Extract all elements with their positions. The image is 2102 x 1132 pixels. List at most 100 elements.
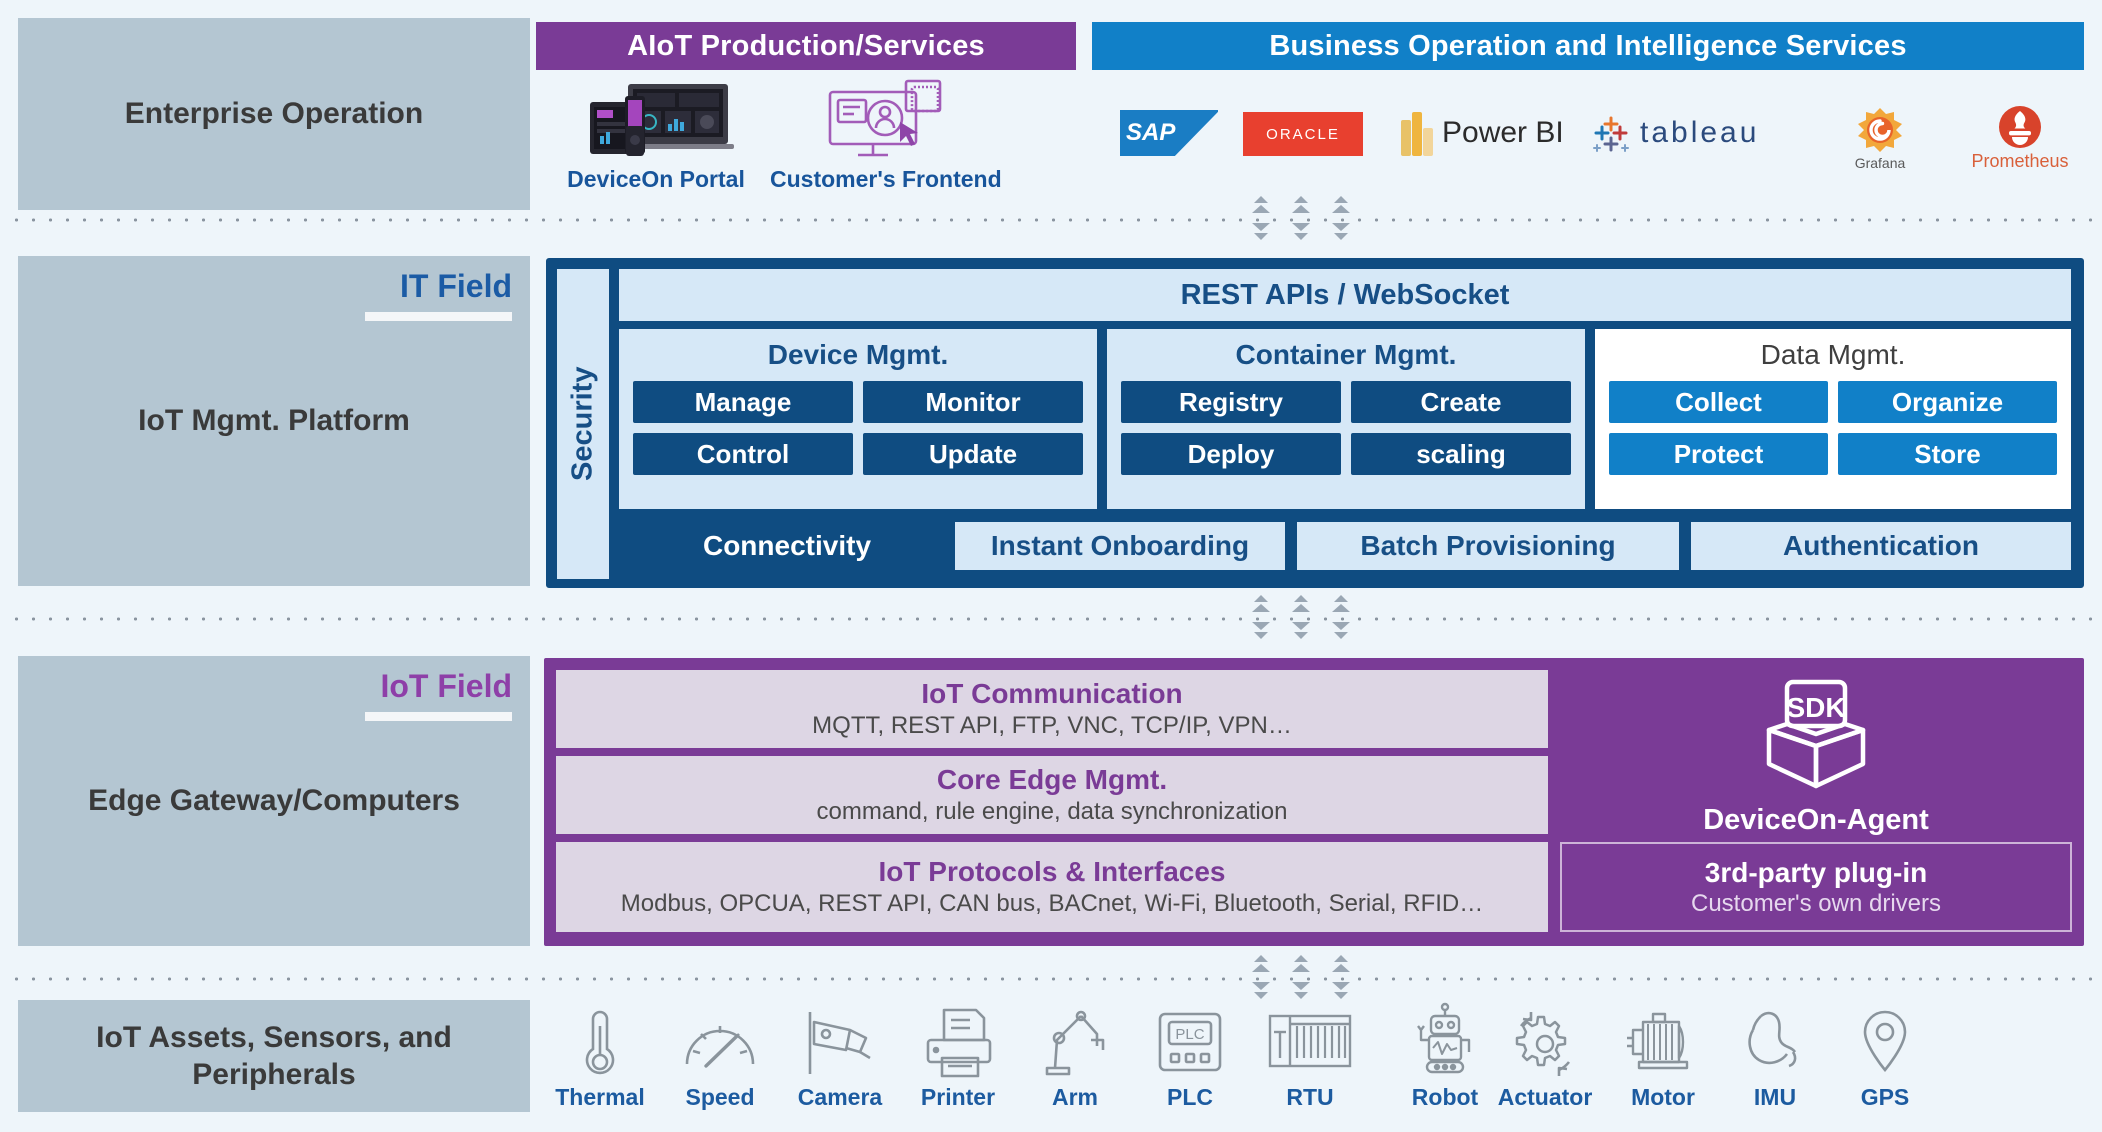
chip-monitor[interactable]: Monitor — [863, 381, 1083, 423]
chip-deploy[interactable]: Deploy — [1121, 433, 1341, 475]
imu-icon — [1748, 1011, 1797, 1068]
asset-actuator-label: Actuator — [1497, 1084, 1593, 1110]
power-bi-logo-text: Power BI — [1442, 116, 1564, 149]
footer-batch-provisioning[interactable]: Batch Provisioning — [1297, 522, 1679, 570]
asset-rtu: RTU — [1255, 1006, 1365, 1111]
motor-icon — [1627, 1012, 1689, 1070]
actuator-gear-icon — [1515, 1012, 1571, 1076]
row-label-iot-mgmt-text: IoT Mgmt. Platform — [138, 404, 410, 438]
app-customers-frontend: Customer's Frontend — [770, 78, 1002, 193]
card-iot-protocols: IoT Protocols & Interfaces Modbus, OPCUA… — [556, 842, 1548, 932]
divider-it-edge — [8, 617, 2094, 621]
rtu-rack-icon — [1268, 1014, 1352, 1068]
field-tag-iot-rule — [365, 712, 512, 721]
platform-panel: Security REST APIs / WebSocket Device Mg… — [546, 258, 2084, 588]
printer-icon — [926, 1008, 992, 1078]
chip-organize[interactable]: Organize — [1838, 381, 2057, 423]
chip-control[interactable]: Control — [633, 433, 853, 475]
asset-robot: Robot — [1390, 1002, 1500, 1111]
card-iot-protocols-subtitle: Modbus, OPCUA, REST API, CAN bus, BACnet… — [620, 890, 1484, 917]
chip-registry[interactable]: Registry — [1121, 381, 1341, 423]
row-label-enterprise: Enterprise Operation — [18, 18, 530, 210]
asset-actuator: Actuator — [1490, 1006, 1600, 1111]
group-data-mgmt: Data Mgmt. Collect Organize Protect Stor… — [1595, 329, 2071, 509]
group-device-mgmt-title: Device Mgmt. — [767, 339, 949, 370]
security-sidebar: Security — [557, 269, 609, 579]
asset-thermal-label: Thermal — [555, 1084, 645, 1110]
asset-speed: Speed — [665, 1006, 775, 1111]
robot-icon — [1417, 1002, 1471, 1074]
oracle-logo-text: ORACLE — [1266, 125, 1340, 143]
asset-plc: PLC PLC — [1135, 1006, 1245, 1111]
logo-sap: SAP — [1120, 110, 1218, 156]
chip-scaling[interactable]: scaling — [1351, 433, 1571, 475]
rest-apis-text: REST APIs / WebSocket — [1180, 278, 1510, 311]
arrow-stack — [1288, 955, 1314, 999]
architecture-diagram: Enterprise Operation AIoT Production/Ser… — [0, 0, 2102, 1132]
third-party-plugin-title: 3rd-party plug-in — [1704, 856, 1928, 888]
deviceon-agent-name: DeviceOn-Agent — [1703, 804, 1929, 836]
grafana-logo — [1858, 108, 1902, 152]
group-container-mgmt-title: Container Mgmt. — [1235, 339, 1457, 370]
field-tag-iot-text: IoT Field — [380, 668, 512, 704]
logo-prometheus: Prometheus — [1955, 104, 2085, 172]
row-label-iot-mgmt-platform: IoT Mgmt. Platform — [18, 256, 530, 586]
asset-arm-label: Arm — [1051, 1084, 1098, 1110]
footer-authentication[interactable]: Authentication — [1691, 522, 2071, 570]
tableau-logo-text: tableau — [1640, 116, 1760, 149]
devices-mockup-icon — [590, 84, 734, 156]
asset-rtu-label: RTU — [1286, 1084, 1334, 1110]
logo-tableau: tableau — [1588, 110, 1759, 156]
gps-pin-icon — [1863, 1010, 1907, 1073]
card-iot-communication-subtitle: MQTT, REST API, FTP, VNC, TCP/IP, VPN… — [812, 712, 1292, 739]
field-tag-it-rule — [365, 312, 512, 321]
tableau-logo — [1593, 116, 1629, 152]
deviceon-agent: SDK DeviceOn-Agent — [1560, 678, 2072, 837]
svg-text:PLC: PLC — [1175, 1026, 1204, 1043]
group-container-mgmt: Container Mgmt. Registry Create Deploy s… — [1107, 329, 1585, 509]
arrow-stack — [1328, 196, 1354, 240]
gauge-icon — [685, 1026, 755, 1068]
app-deviceon-portal: DeviceOn Portal — [556, 78, 756, 193]
divider-edge-assets — [8, 977, 2094, 981]
arrow-stack — [1288, 196, 1314, 240]
chip-create[interactable]: Create — [1351, 381, 1571, 423]
row-label-enterprise-text: Enterprise Operation — [124, 97, 424, 131]
card-core-edge-mgmt: Core Edge Mgmt. command, rule engine, da… — [556, 756, 1548, 834]
group-device-mgmt-chips: Manage Monitor Control Update — [619, 371, 1097, 489]
arrow-stack — [1328, 955, 1354, 999]
card-core-edge-mgmt-title: Core Edge Mgmt. — [936, 764, 1168, 795]
row-label-iot-assets-text: IoT Assets, Sensors, and Peripherals — [96, 1020, 452, 1092]
logo-power-bi: Power BI — [1400, 110, 1564, 156]
chip-store[interactable]: Store — [1838, 433, 2057, 475]
arrow-stack — [1248, 595, 1274, 639]
chip-collect[interactable]: Collect — [1609, 381, 1828, 423]
chip-update[interactable]: Update — [863, 433, 1083, 475]
chip-protect[interactable]: Protect — [1609, 433, 1828, 475]
arrow-stack — [1248, 196, 1274, 240]
connector-it-edge — [1248, 595, 1354, 639]
frontend-ui-icon — [828, 79, 942, 157]
card-iot-communication: IoT Communication MQTT, REST API, FTP, V… — [556, 670, 1548, 748]
asset-gps-label: GPS — [1860, 1084, 1910, 1110]
footer-connectivity[interactable]: Connectivity — [619, 522, 955, 570]
third-party-plugin-subtitle: Customer's own drivers — [1691, 889, 1941, 917]
chip-manage[interactable]: Manage — [633, 381, 853, 423]
grafana-logo-text: Grafana — [1854, 155, 1906, 171]
divider-enterprise-it — [8, 218, 2094, 222]
asset-camera-label: Camera — [797, 1084, 883, 1110]
arrow-stack — [1248, 955, 1274, 999]
asset-printer: Printer — [903, 1006, 1013, 1111]
row-label-iot-assets: IoT Assets, Sensors, and Peripherals — [18, 1000, 530, 1112]
sap-logo-text: SAP — [1126, 119, 1176, 146]
sdk-box-icon: SDK — [1766, 679, 1866, 789]
asset-plc-label: PLC — [1167, 1084, 1213, 1110]
asset-gps: GPS — [1830, 1006, 1940, 1111]
plc-icon: PLC — [1158, 1012, 1222, 1072]
power-bi-logo — [1401, 112, 1433, 156]
prometheus-logo-text: Prometheus — [1971, 151, 2069, 171]
field-tag-it: IT Field — [300, 268, 512, 305]
rest-apis-bar: REST APIs / WebSocket — [619, 269, 2071, 321]
asset-camera: Camera — [785, 1006, 895, 1111]
footer-instant-onboarding[interactable]: Instant Onboarding — [955, 522, 1285, 570]
